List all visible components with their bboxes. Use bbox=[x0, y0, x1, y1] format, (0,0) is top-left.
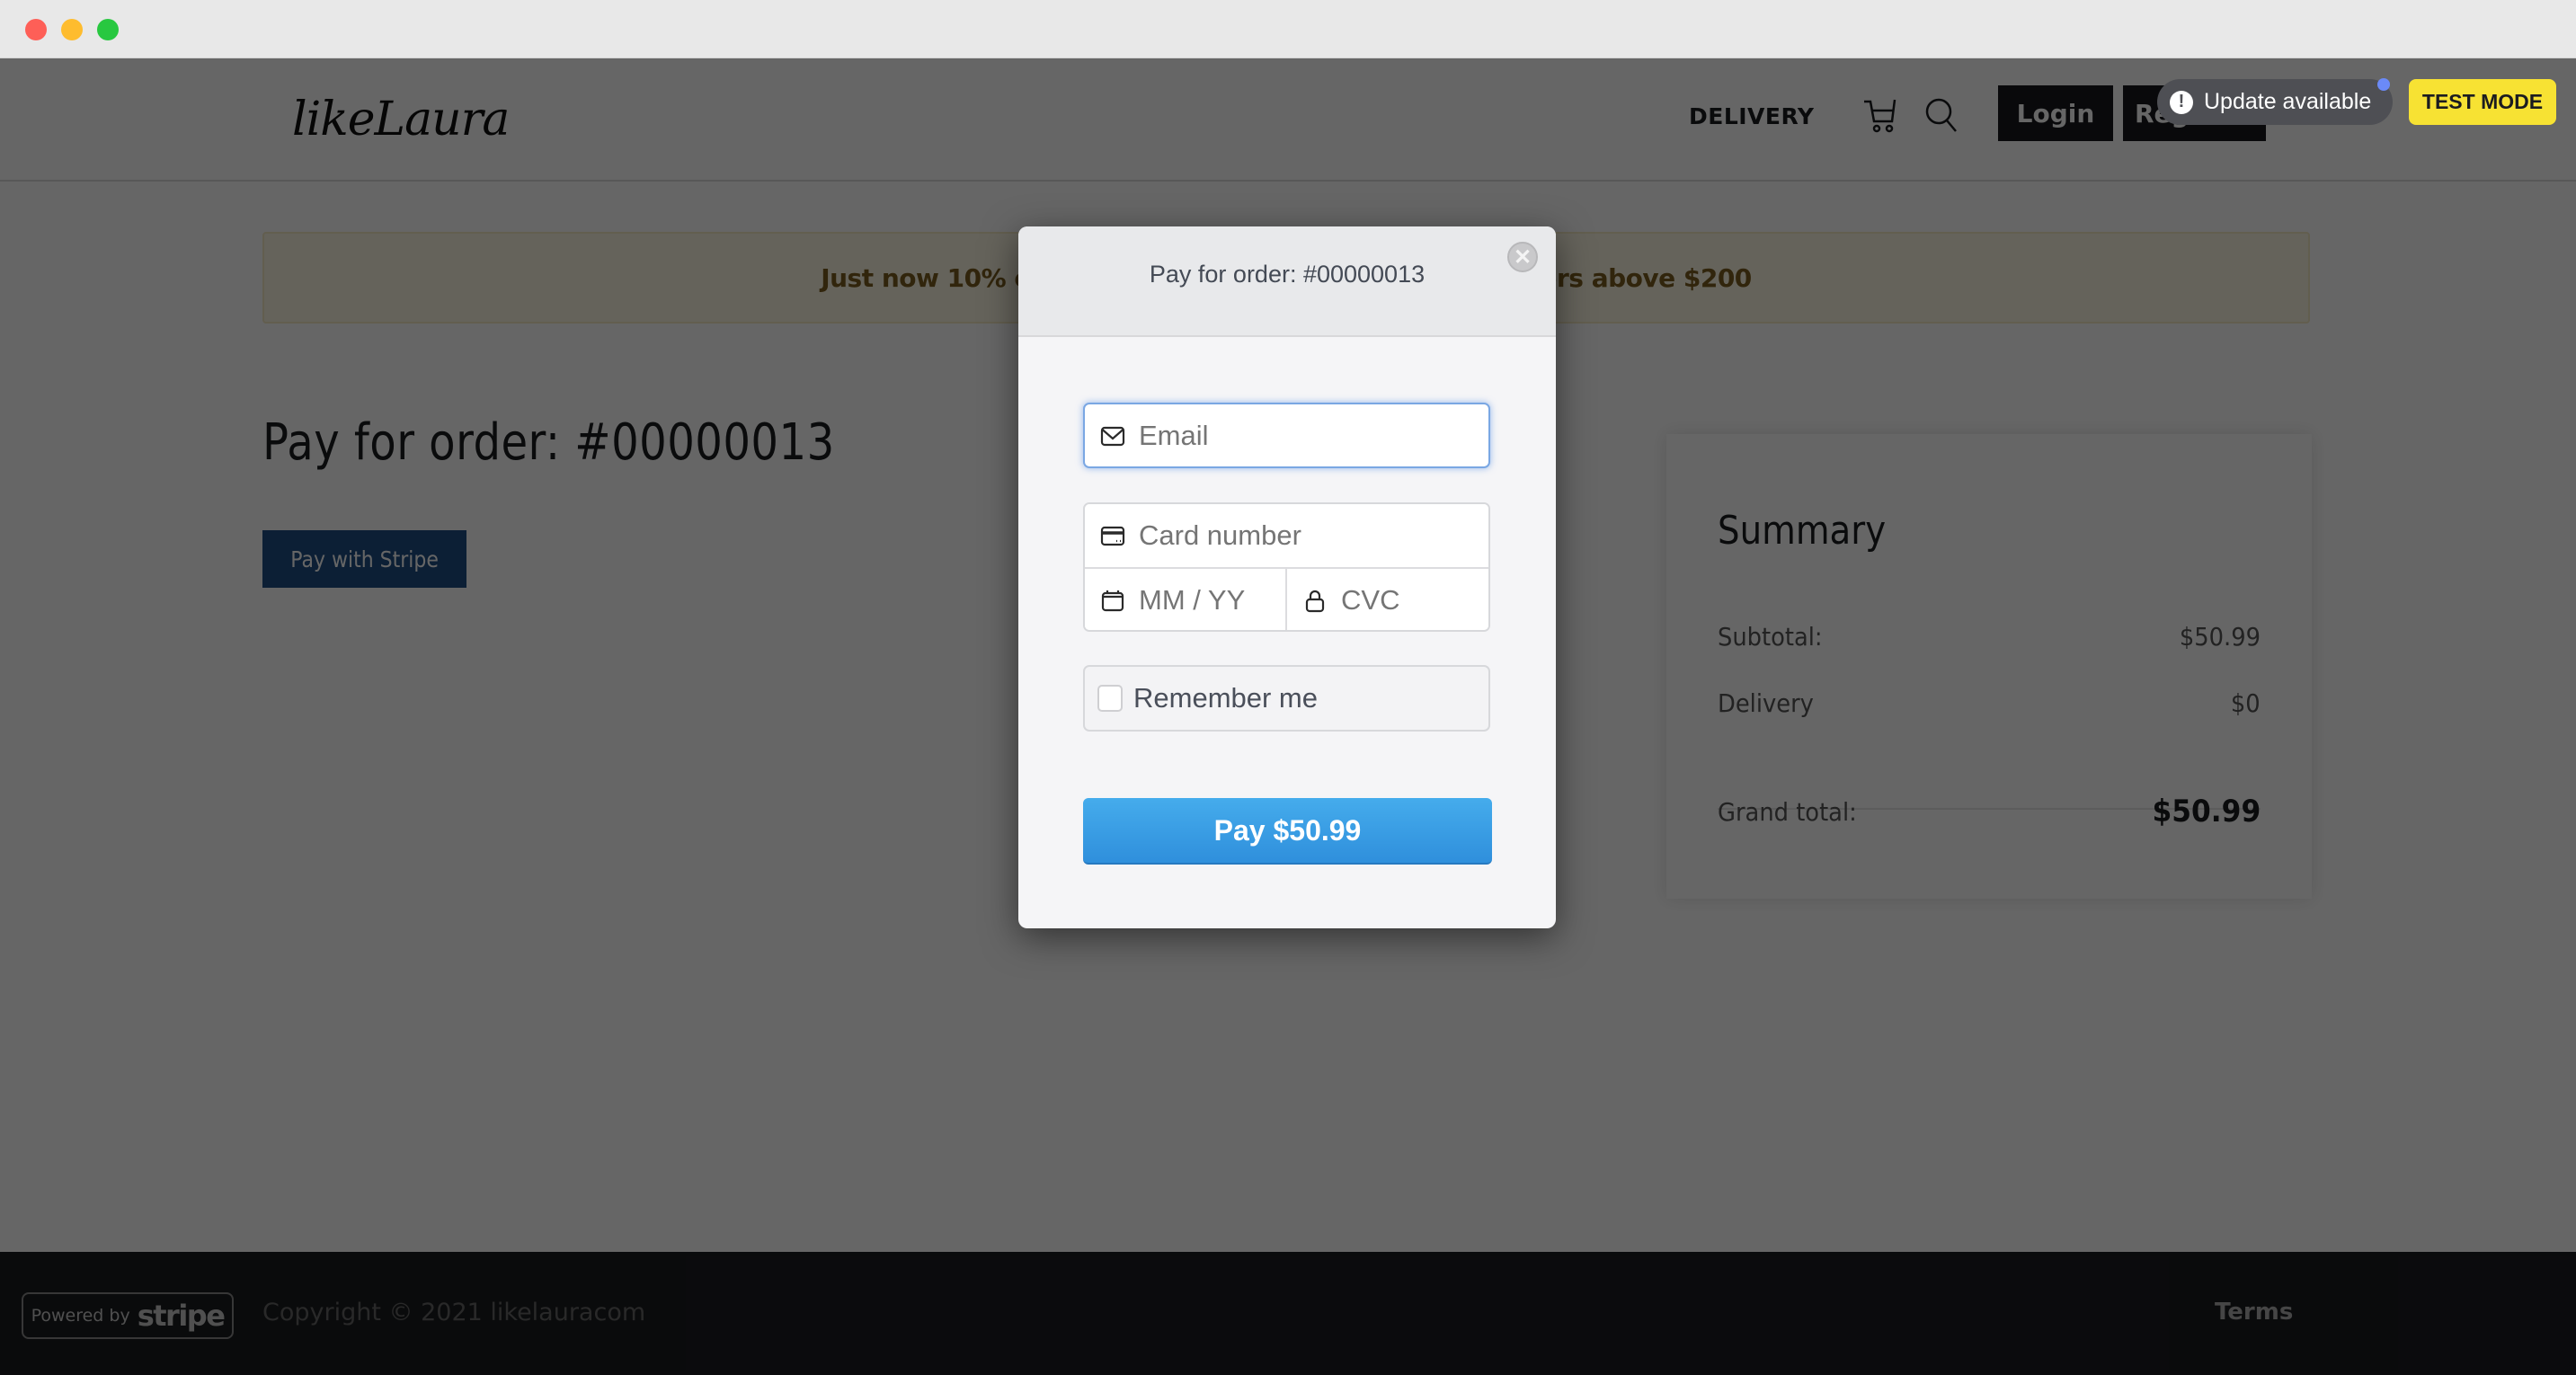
window-maximize-button[interactable] bbox=[97, 19, 119, 40]
modal-header: Pay for order: #00000013 ✕ bbox=[1018, 226, 1556, 337]
window-titlebar bbox=[0, 0, 2576, 58]
cvc-input[interactable] bbox=[1341, 584, 1488, 617]
card-number-input[interactable] bbox=[1139, 519, 1488, 552]
expiry-input[interactable] bbox=[1139, 584, 1285, 617]
notification-dot-icon bbox=[2377, 78, 2390, 91]
envelope-icon bbox=[1100, 426, 1125, 446]
remember-me-checkbox[interactable] bbox=[1097, 685, 1123, 712]
cvc-field[interactable] bbox=[1287, 569, 1488, 630]
pay-button[interactable]: Pay $50.99 bbox=[1083, 798, 1492, 865]
update-available-label: Update available bbox=[2204, 89, 2372, 114]
update-available-pill[interactable]: ! Update available bbox=[2157, 79, 2393, 125]
remember-me-row[interactable]: Remember me bbox=[1083, 665, 1490, 732]
test-mode-badge[interactable]: TEST MODE bbox=[2409, 79, 2556, 125]
calendar-icon bbox=[1101, 590, 1124, 612]
card-number-field[interactable] bbox=[1085, 504, 1488, 569]
modal-title: Pay for order: #00000013 bbox=[1149, 261, 1426, 288]
close-icon[interactable]: ✕ bbox=[1507, 242, 1538, 272]
lock-icon bbox=[1305, 590, 1325, 613]
stripe-checkout-modal: Pay for order: #00000013 ✕ Email Card nu… bbox=[1018, 226, 1556, 928]
email-field[interactable] bbox=[1083, 403, 1490, 468]
card-details-group bbox=[1083, 502, 1490, 632]
alert-icon: ! bbox=[2170, 90, 2193, 114]
window-minimize-button[interactable] bbox=[61, 19, 83, 40]
expiry-field[interactable] bbox=[1085, 569, 1287, 630]
remember-me-label[interactable]: Remember me bbox=[1133, 682, 1318, 714]
credit-card-icon bbox=[1100, 526, 1125, 546]
email-input[interactable] bbox=[1139, 419, 1488, 452]
window-close-button[interactable] bbox=[25, 19, 47, 40]
